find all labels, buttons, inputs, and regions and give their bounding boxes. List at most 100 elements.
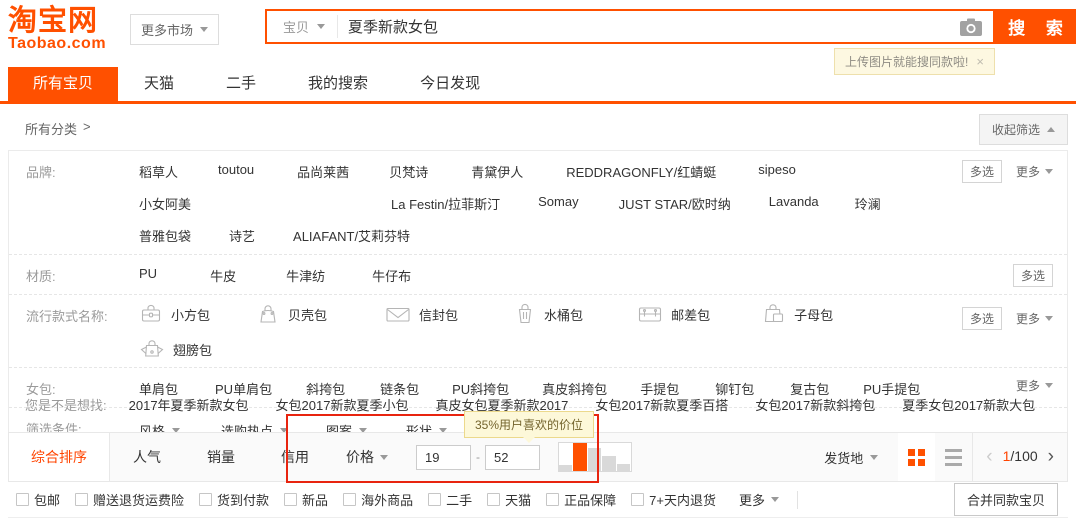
style-option-square-bag[interactable]: 小方包 — [139, 303, 210, 325]
more-markets-dropdown[interactable]: 更多市场 — [130, 14, 219, 45]
more-bags-link[interactable]: 更多 — [1016, 377, 1053, 394]
checkbox-icon[interactable] — [487, 493, 500, 506]
checkbox-icon[interactable] — [75, 493, 88, 506]
brand-option[interactable]: toutou — [218, 162, 254, 181]
mother-child-bag-icon — [762, 303, 786, 325]
suggestion-link[interactable]: 女包2017新款斜挎包 — [755, 395, 875, 414]
service-filter-bar: 包邮 赠送退货运费险 货到付款 新品 海外商品 二手 天猫 正品保障 7+天内退… — [8, 482, 1068, 518]
shell-bag-icon — [256, 303, 280, 325]
multi-select-button[interactable]: 多选 — [1013, 264, 1053, 287]
style-option-envelope-bag[interactable]: 信封包 — [385, 303, 458, 325]
brand-option[interactable]: 普雅包袋 — [139, 226, 191, 245]
checkbox-tmall[interactable]: 天猫 — [487, 490, 531, 509]
collapse-filters-button[interactable]: 收起筛选 — [979, 114, 1068, 145]
price-sort-dropdown[interactable]: 价格 — [346, 447, 388, 467]
price-min-input[interactable] — [416, 445, 471, 470]
material-option[interactable]: 牛皮 — [210, 266, 236, 285]
brand-option[interactable]: 小女阿美 — [139, 194, 191, 213]
more-styles-link[interactable]: 更多 — [1016, 310, 1053, 327]
material-option[interactable]: PU — [139, 266, 157, 285]
brand-option[interactable]: La Festin/拉菲斯汀 — [391, 194, 500, 213]
brand-option[interactable]: JUST STAR/欧时纳 — [619, 194, 731, 213]
checkbox-cod[interactable]: 货到付款 — [199, 490, 269, 509]
suggestion-link[interactable]: 女包2017新款夏季百搭 — [595, 395, 728, 414]
style-option-messenger-bag[interactable]: 邮差包 — [637, 303, 710, 325]
brand-option[interactable]: 青黛伊人 — [471, 162, 523, 181]
checkbox-icon[interactable] — [546, 493, 559, 506]
filter-label: 流行款式名称: — [26, 295, 121, 367]
all-categories-link[interactable]: 所有分类 > — [25, 119, 91, 138]
logo-text-en: Taobao.com — [8, 36, 128, 52]
checkbox-return-insurance[interactable]: 赠送退货运费险 — [75, 490, 184, 509]
brand-option[interactable]: 玲澜 — [855, 194, 881, 213]
list-view-button[interactable] — [935, 433, 972, 481]
brand-option[interactable]: REDDRAGONFLY/红蜻蜓 — [566, 162, 716, 181]
sort-comprehensive[interactable]: 综合排序 — [9, 433, 110, 481]
checkbox-free-shipping[interactable]: 包邮 — [16, 490, 60, 509]
sort-credit[interactable]: 信用 — [258, 447, 332, 467]
suggestion-link[interactable]: 女包2017新款夏季小包 — [276, 395, 409, 414]
checkbox-icon[interactable] — [199, 493, 212, 506]
brand-option[interactable]: ALIAFANT/艾莉芬特 — [293, 226, 410, 245]
style-option-bucket-bag[interactable]: 水桶包 — [514, 303, 583, 325]
brand-option[interactable]: 品尚莱茜 — [297, 162, 349, 181]
style-option-label: 水桶包 — [544, 305, 583, 324]
total-pages: /100 — [1010, 448, 1037, 464]
brand-option[interactable]: 贝梵诗 — [389, 162, 428, 181]
sort-popularity[interactable]: 人气 — [110, 447, 184, 467]
brand-option[interactable]: Somay — [538, 194, 578, 213]
sort-sales[interactable]: 销量 — [184, 447, 258, 467]
brand-option[interactable]: Lavanda — [769, 194, 819, 213]
suggestion-link[interactable]: 夏季女包2017新款大包 — [902, 395, 1035, 414]
search-scope-dropdown[interactable]: 宝贝 — [267, 15, 338, 38]
suggestion-link[interactable]: 2017年夏季新款女包 — [129, 395, 249, 414]
checkbox-authentic[interactable]: 正品保障 — [546, 490, 616, 509]
price-histogram[interactable] — [558, 442, 632, 472]
checkbox-overseas[interactable]: 海外商品 — [343, 490, 413, 509]
search-scope-label: 宝贝 — [283, 17, 309, 36]
brand-option[interactable]: 稻草人 — [139, 162, 178, 181]
search-input[interactable] — [338, 13, 959, 41]
grid-view-icon — [908, 449, 925, 466]
collapse-filters-label: 收起筛选 — [992, 121, 1040, 138]
ship-from-dropdown[interactable]: 发货地 — [824, 448, 878, 467]
grid-view-button[interactable] — [898, 433, 935, 481]
price-max-input[interactable] — [485, 445, 540, 470]
close-icon[interactable]: × — [976, 54, 984, 69]
more-services-link[interactable]: 更多 — [739, 490, 779, 509]
style-option-wing-bag[interactable]: 翅膀包 — [139, 338, 212, 360]
search-button[interactable]: 搜 索 — [995, 9, 1076, 44]
checkbox-secondhand[interactable]: 二手 — [428, 490, 472, 509]
checkbox-new-item[interactable]: 新品 — [284, 490, 328, 509]
tab-my-searches[interactable]: 我的搜索 — [282, 67, 394, 101]
style-option-mother-child-bag[interactable]: 子母包 — [762, 303, 833, 325]
prev-page-icon[interactable]: ‹ — [986, 446, 992, 468]
filter-row-material: 材质: PU 牛皮 牛津纺 牛仔布 多选 — [9, 254, 1067, 294]
tab-today-discover[interactable]: 今日发现 — [394, 67, 506, 101]
tab-secondhand[interactable]: 二手 — [200, 67, 282, 101]
camera-search-icon[interactable] — [959, 17, 983, 37]
checkbox-icon[interactable] — [343, 493, 356, 506]
next-page-icon[interactable]: › — [1048, 446, 1054, 468]
material-option[interactable]: 牛仔布 — [372, 266, 411, 285]
brand-option[interactable]: sipeso — [758, 162, 796, 181]
checkbox-icon[interactable] — [284, 493, 297, 506]
pagination: ‹ 1/100 › — [972, 433, 1067, 481]
checkbox-7day-return[interactable]: 7+天内退货 — [631, 490, 716, 509]
more-brands-link[interactable]: 更多 — [1016, 163, 1053, 180]
brand-option[interactable]: 诗艺 — [229, 226, 255, 245]
multi-select-button[interactable]: 多选 — [962, 307, 1002, 330]
style-option-label: 信封包 — [419, 305, 458, 324]
tab-all-items[interactable]: 所有宝贝 — [8, 67, 118, 101]
material-option[interactable]: 牛津纺 — [286, 266, 325, 285]
tab-tmall[interactable]: 天猫 — [118, 67, 200, 101]
price-range-dash: - — [476, 450, 480, 464]
checkbox-icon[interactable] — [631, 493, 644, 506]
filter-label: 品牌: — [26, 151, 121, 254]
multi-select-button[interactable]: 多选 — [962, 160, 1002, 183]
checkbox-icon[interactable] — [428, 493, 441, 506]
checkbox-icon[interactable] — [16, 493, 29, 506]
merge-same-items-button[interactable]: 合并同款宝贝 — [954, 483, 1058, 516]
taobao-logo[interactable]: 淘宝网 Taobao.com — [8, 6, 128, 52]
style-option-shell-bag[interactable]: 贝壳包 — [256, 303, 327, 325]
